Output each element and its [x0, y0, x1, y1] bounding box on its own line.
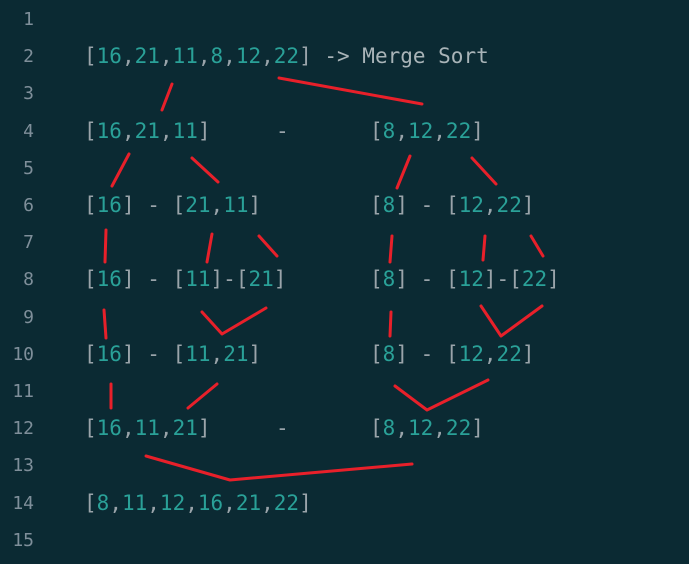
- annotation-stroke: [388, 234, 394, 264]
- annotation-stroke: [277, 76, 424, 106]
- line-number: 10: [12, 343, 34, 365]
- code-segment: [8,12,22]: [370, 416, 484, 441]
- merge-sort-comment: -> Merge Sort: [311, 44, 489, 69]
- code-segment: -: [276, 416, 289, 441]
- annotation-stroke: [395, 154, 412, 190]
- annotation-stroke: [102, 308, 108, 340]
- code-segment: [8] - [12,22]: [370, 341, 535, 366]
- code-segment: [8] - [12,22]: [370, 193, 535, 217]
- code-segment: [8] - [12]-[22]: [370, 267, 560, 292]
- line-number: 11: [12, 381, 34, 402]
- line-number: 5: [23, 157, 34, 179]
- annotation-stroke: [200, 306, 268, 336]
- code-segment: [16,21,11]: [84, 118, 211, 143]
- annotation-stroke: [144, 454, 414, 482]
- annotation-stroke: [257, 234, 279, 258]
- annotation-stroke: [479, 304, 544, 338]
- annotation-stroke: [205, 232, 214, 264]
- annotation-stroke: [481, 234, 487, 262]
- annotation-stroke: [190, 156, 220, 184]
- annotation-stroke: [529, 234, 545, 258]
- code-segment: [16] - [11]-[21]: [84, 267, 287, 292]
- annotation-stroke: [393, 378, 490, 412]
- code-segment: [16] - [21,11]: [84, 193, 262, 217]
- line-number: 3: [23, 83, 34, 105]
- annotation-stroke: [103, 228, 108, 264]
- line-number: 8: [23, 269, 34, 291]
- line-number: 1: [23, 9, 34, 30]
- line-number: 14: [12, 492, 34, 514]
- line-number-gutter: 1 2 3 4 5 6 7 8 9 10 11 12 13 14 15: [0, 0, 50, 564]
- code-segment: [16,21,11,8,12,22] -> Merge Sort: [84, 44, 489, 69]
- line-number: 7: [23, 232, 34, 254]
- code-segment: [8,11,12,16,21,22]: [84, 490, 312, 515]
- code-segment: [8,12,22]: [370, 118, 484, 143]
- code-segment: -: [276, 118, 289, 143]
- line-number: 4: [23, 120, 34, 142]
- code-editor[interactable]: 1 2 3 4 5 6 7 8 9 10 11 12 13 14 15 [16,21,11,8,12,22]…: [0, 0, 689, 564]
- annotation-stroke: [470, 156, 498, 186]
- annotation-stroke: [160, 82, 174, 112]
- code-segment: [16,11,21]: [84, 416, 211, 441]
- line-number: 2: [23, 46, 34, 68]
- line-number: 9: [23, 306, 34, 328]
- line-number: 12: [12, 418, 34, 440]
- code-segment: [16] - [11,21]: [84, 341, 262, 366]
- line-number: 6: [23, 195, 34, 216]
- annotation-stroke: [388, 310, 393, 338]
- annotation-stroke: [110, 152, 131, 188]
- annotation-stroke: [186, 382, 219, 410]
- line-number: 13: [12, 455, 34, 477]
- line-number: 15: [12, 529, 34, 551]
